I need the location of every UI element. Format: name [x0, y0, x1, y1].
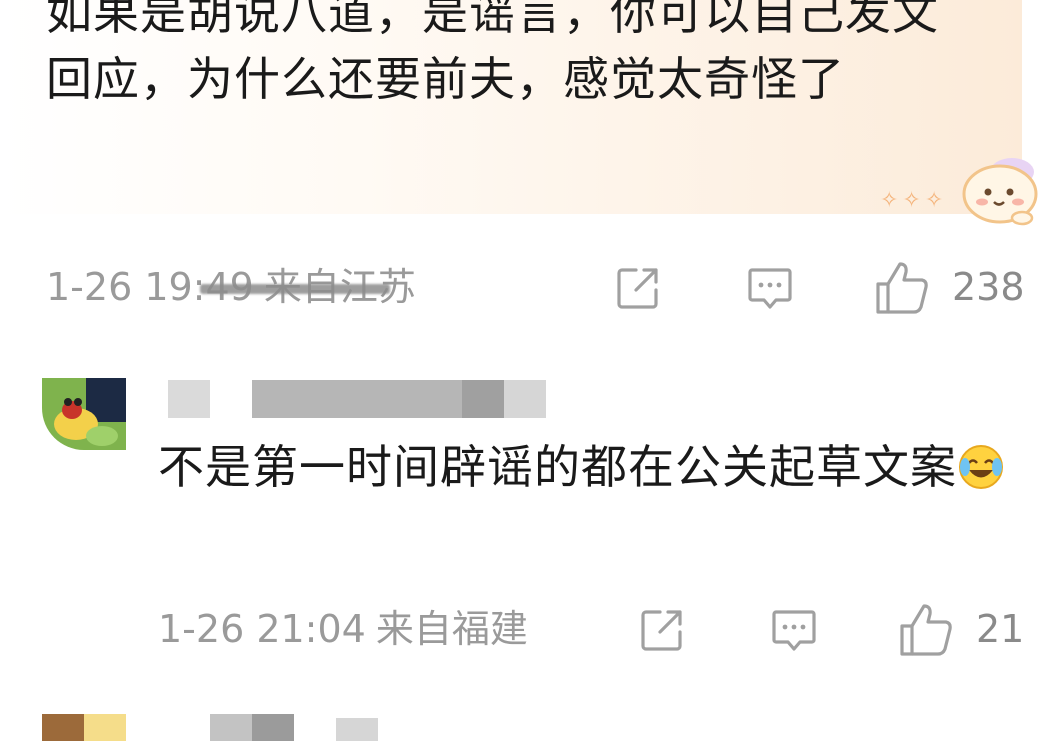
redaction-block	[462, 380, 504, 418]
comment-meta-row: 1-26 19:49来自江苏 238	[0, 262, 1062, 314]
redaction-bar	[200, 284, 390, 294]
redaction-block	[336, 718, 378, 741]
username-redacted[interactable]	[210, 714, 380, 741]
comment-feed: 如果是胡说八道，是谣言，你可以自己发文回应，为什么还要前夫，感觉太奇怪了 ✧✧✧…	[0, 0, 1062, 741]
redaction-block	[504, 380, 546, 418]
location-text: 来自福建	[375, 607, 528, 651]
comment-icon[interactable]	[746, 264, 794, 312]
sparkle-decoration: ✧✧✧	[880, 188, 948, 213]
redaction-block	[252, 714, 294, 741]
thumbs-up-icon[interactable]	[874, 260, 930, 316]
avatar-image	[42, 714, 126, 741]
comment-body: 不是第一时间辟谣的都在公关起草文案	[158, 434, 1018, 500]
like-count: 21	[976, 607, 1025, 651]
redaction-block	[210, 714, 252, 741]
like-count: 238	[952, 265, 1025, 309]
time-text: 1-26 21:04	[158, 607, 366, 651]
comment-timestamp: 1-26 21:04 来自福建	[158, 604, 528, 654]
comment-text: 如果是胡说八道，是谣言，你可以自己发文回应，为什么还要前夫，感觉太奇怪了	[46, 0, 939, 106]
laughing-crying-emoji-icon	[959, 445, 1003, 489]
share-icon[interactable]	[638, 606, 686, 654]
redaction-block	[252, 380, 462, 418]
comment-icon[interactable]	[770, 606, 818, 654]
avatar[interactable]	[42, 378, 126, 450]
avatar-image	[42, 378, 126, 450]
username-redacted[interactable]	[168, 380, 548, 422]
thumbs-up-icon[interactable]	[898, 602, 954, 658]
redaction-block	[168, 380, 210, 418]
comment-meta-row: 1-26 21:04 来自福建 21	[0, 604, 1062, 656]
share-icon[interactable]	[614, 264, 662, 312]
comment-text: 不是第一时间辟谣的都在公关起草文案	[158, 440, 957, 494]
avatar[interactable]	[42, 714, 126, 741]
highlighted-comment-bubble[interactable]: 如果是胡说八道，是谣言，你可以自己发文回应，为什么还要前夫，感觉太奇怪了 ✧✧✧	[0, 0, 1038, 226]
mascot-sticker-icon	[962, 158, 1038, 226]
